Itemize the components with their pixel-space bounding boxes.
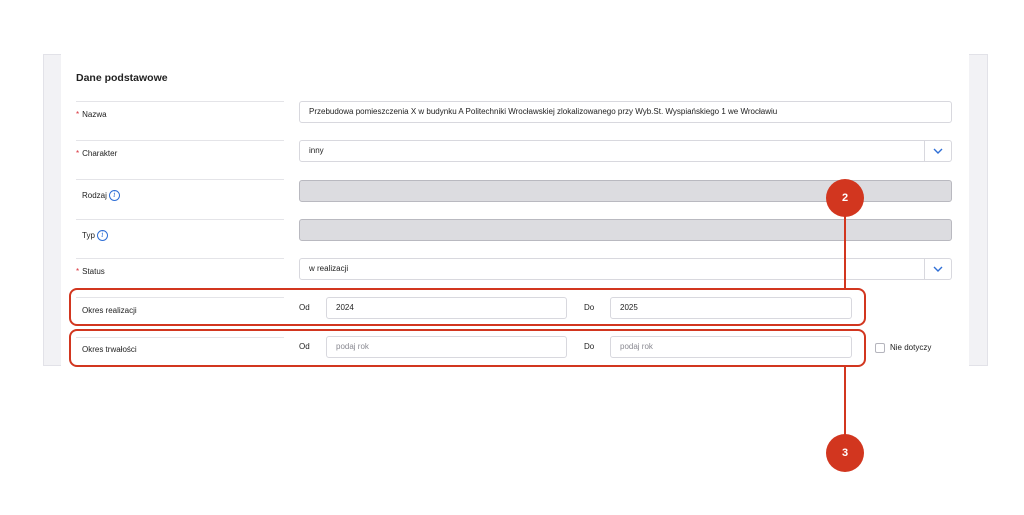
nazwa-input[interactable]: Przebudowa pomieszczenia X w budynku A P… (299, 101, 952, 123)
label-nazwa: * Nazwa (76, 110, 107, 119)
section-title: Dane podstawowe (76, 72, 168, 84)
info-icon[interactable]: i (108, 190, 120, 201)
info-icon[interactable]: i (96, 230, 108, 241)
charakter-value: inny (309, 146, 324, 155)
status-value: w realizacji (309, 264, 349, 273)
chevron-down-icon[interactable] (924, 259, 951, 279)
callout-connector (844, 366, 846, 436)
chevron-down-icon[interactable] (924, 141, 951, 161)
row-divider (76, 101, 284, 102)
row-divider (76, 219, 284, 220)
row-divider (76, 140, 284, 141)
typ-input (299, 219, 952, 241)
label-typ: Typ i (82, 230, 108, 241)
charakter-select[interactable]: inny (299, 140, 952, 162)
label-charakter: * Charakter (76, 149, 118, 158)
label-rodzaj: Rodzaj i (82, 190, 120, 201)
row-divider (76, 258, 284, 259)
callout-connector (844, 215, 846, 289)
nie-dotyczy-checkbox[interactable] (875, 343, 885, 353)
status-select[interactable]: w realizacji (299, 258, 952, 280)
label-status: * Status (76, 267, 105, 276)
highlight-okres-trwalosci (69, 329, 866, 367)
highlight-okres-realizacji (69, 288, 866, 326)
nie-dotyczy-label: Nie dotyczy (890, 343, 932, 352)
callout-badge: 2 (826, 179, 864, 217)
callout-badge: 3 (826, 434, 864, 472)
row-divider (76, 179, 284, 180)
